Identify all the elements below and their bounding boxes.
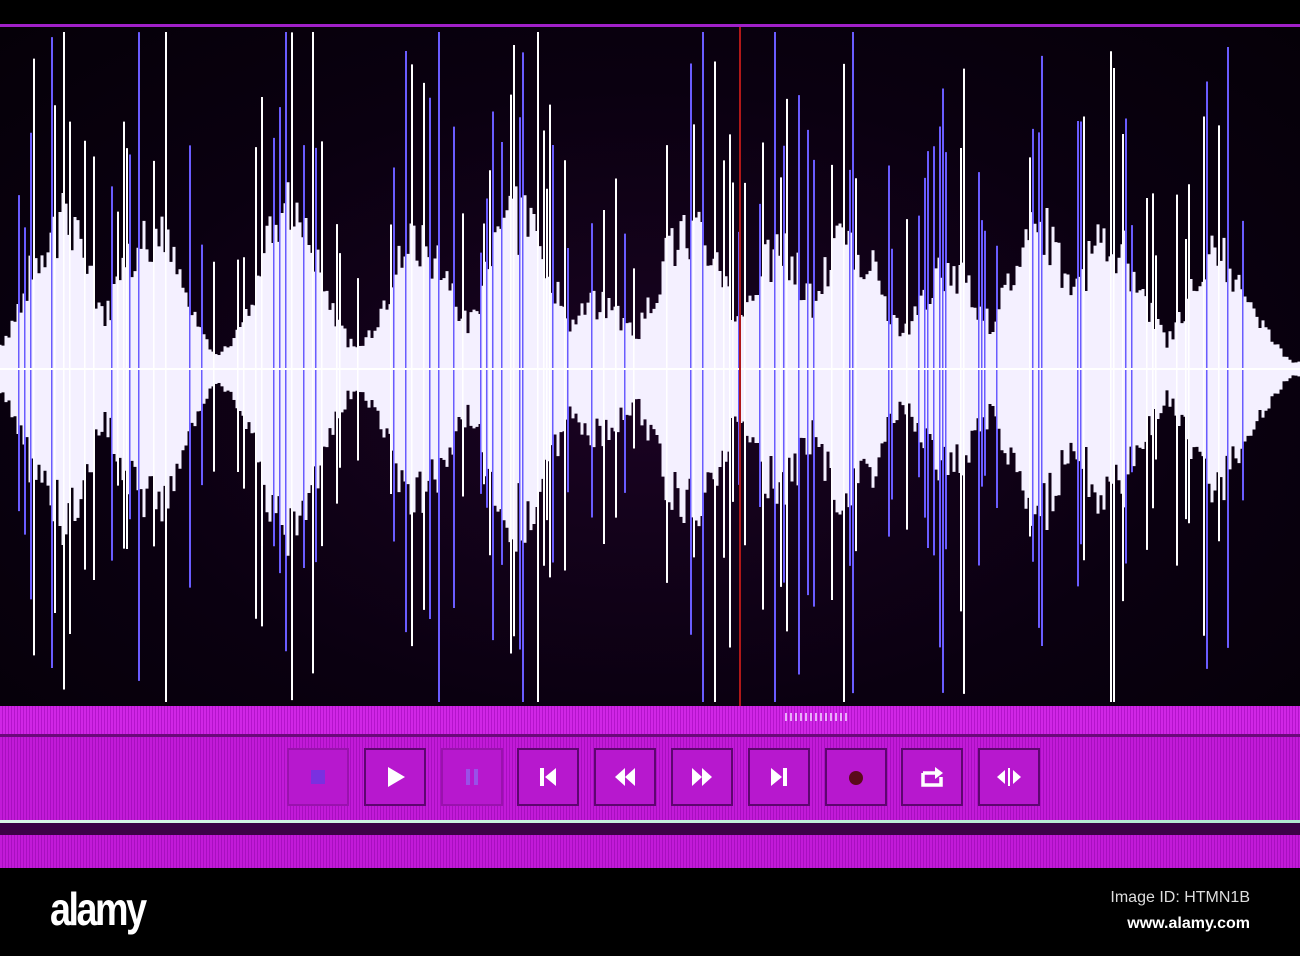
skip-end-icon	[770, 768, 787, 786]
go-to-end-button[interactable]	[747, 748, 810, 806]
image-id: Image ID: HTMN1B	[1110, 889, 1250, 906]
waveform	[0, 32, 1300, 702]
skip-selection-button[interactable]	[978, 748, 1041, 806]
stop-button[interactable]	[287, 748, 349, 806]
resize-grip[interactable]	[785, 713, 847, 721]
stop-icon	[311, 770, 325, 784]
play-icon	[387, 767, 405, 787]
watermark-footer: alamy Image ID: HTMN1B www.alamy.com	[0, 868, 1300, 956]
pause-icon	[465, 769, 478, 785]
record-button[interactable]	[824, 748, 887, 806]
skip-selection-icon	[997, 768, 1022, 786]
playhead[interactable]	[739, 27, 741, 709]
site-url: www.alamy.com	[1127, 915, 1250, 932]
pause-button[interactable]	[440, 748, 503, 806]
fast-forward-icon	[692, 768, 712, 786]
divider-shadow	[0, 823, 1300, 835]
transport-bar	[0, 706, 1300, 868]
alamy-logo: alamy	[50, 883, 147, 935]
play-button[interactable]	[363, 748, 426, 806]
rewind-icon	[615, 768, 636, 786]
loop-button[interactable]	[901, 748, 964, 806]
go-to-start-button[interactable]	[517, 748, 580, 806]
record-icon	[848, 771, 863, 785]
waveform-view[interactable]	[0, 24, 1300, 709]
scroll-strip	[0, 706, 1300, 737]
skip-start-icon	[540, 768, 557, 786]
fast-forward-button[interactable]	[671, 748, 733, 806]
rewind-button[interactable]	[594, 748, 657, 806]
loop-icon	[921, 767, 944, 787]
